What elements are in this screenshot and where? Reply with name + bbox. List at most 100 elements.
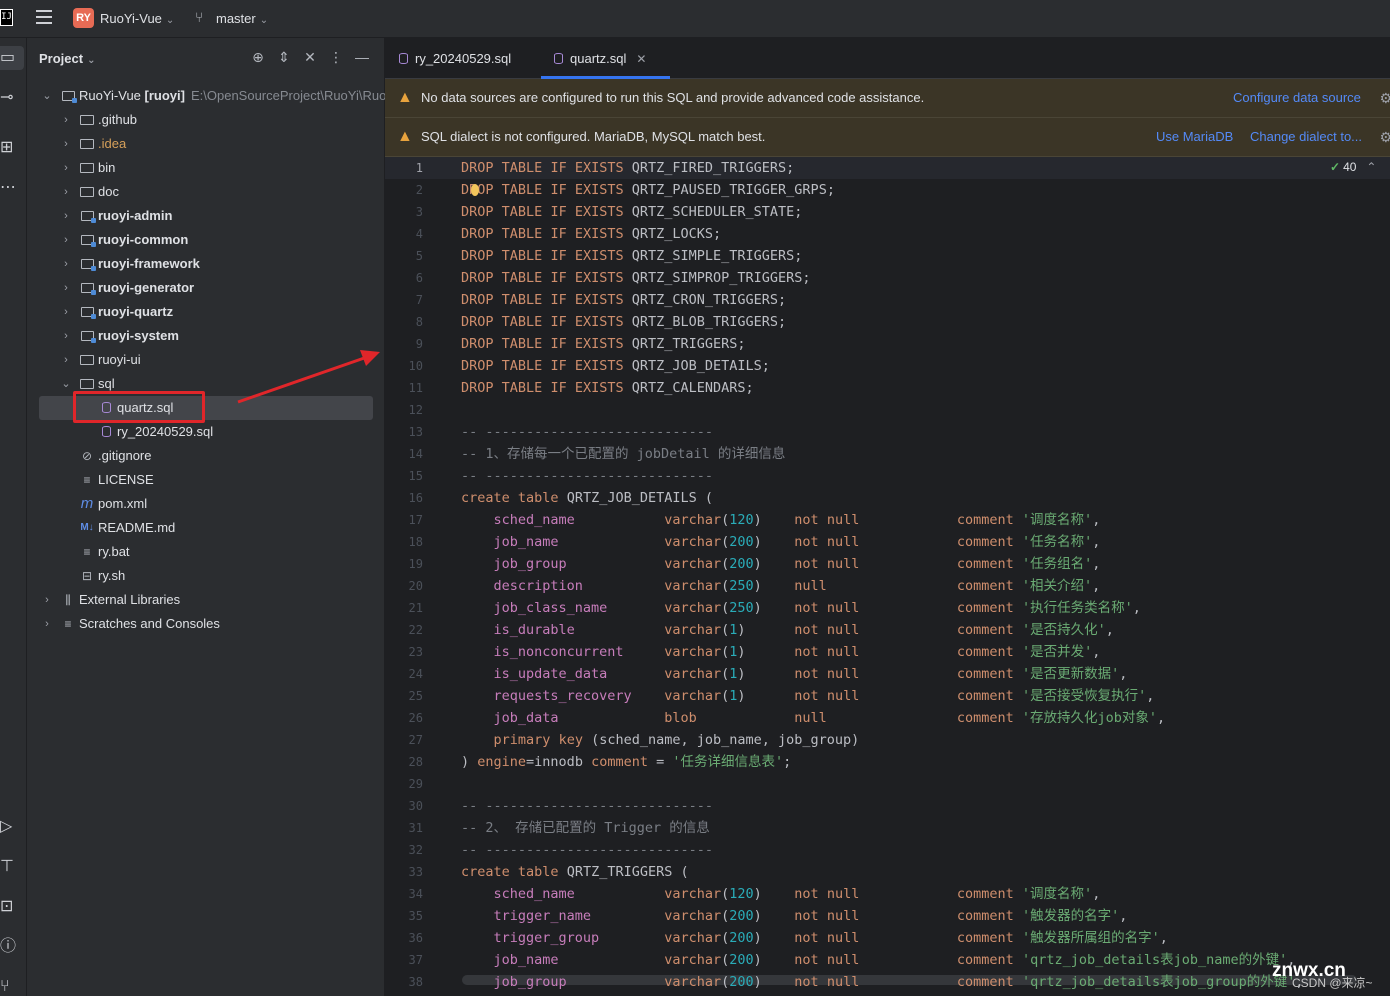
code-line[interactable]: 11 DROP TABLE IF EXISTS QRTZ_CALENDARS;	[385, 377, 1390, 399]
options-icon[interactable]: ⋮	[327, 49, 345, 66]
code-line[interactable]: 6 DROP TABLE IF EXISTS QRTZ_SIMPROP_TRIGG…	[385, 267, 1390, 289]
commit-icon[interactable]: ⊸	[0, 86, 24, 110]
more-tools-icon[interactable]: ⋯	[0, 176, 24, 200]
code-line[interactable]: 5 DROP TABLE IF EXISTS QRTZ_SIMPLE_TRIGGE…	[385, 245, 1390, 267]
code-line[interactable]: 27 primary key (sched_name, job_name, jo…	[385, 729, 1390, 751]
code-text: job_name varchar(200) not null comment '…	[493, 534, 1101, 550]
tree-item-bin[interactable]: › bin	[27, 156, 385, 180]
code-line[interactable]: 33 create table QRTZ_TRIGGERS (	[385, 861, 1390, 883]
code-line[interactable]: 26 job_data blob null comment '存放持久化job对…	[385, 707, 1390, 729]
code-line[interactable]: 22 is_durable varchar(1) not null commen…	[385, 619, 1390, 641]
code-line[interactable]: 9 DROP TABLE IF EXISTS QRTZ_TRIGGERS;	[385, 333, 1390, 355]
code-line[interactable]: 12	[385, 399, 1390, 421]
tree-item-ruoyi-framework[interactable]: › ruoyi-framework	[27, 252, 385, 276]
code-line[interactable]: 15 -- ----------------------------	[385, 465, 1390, 487]
code-line[interactable]: 1 DROP TABLE IF EXISTS QRTZ_FIRED_TRIGGER…	[385, 157, 1390, 179]
folder-icon	[79, 180, 95, 204]
code-line[interactable]: 32 -- ----------------------------	[385, 839, 1390, 861]
annotation-arrow	[237, 350, 380, 404]
tab-ry-sql[interactable]: ry_20240529.sql	[399, 38, 511, 79]
tree-item-ry-bat[interactable]: ≡ ry.bat	[27, 540, 385, 564]
tree-item-readme[interactable]: M↓ README.md	[27, 516, 385, 540]
code-line[interactable]: 28) engine=innodb comment = '任务详细信息表';	[385, 751, 1390, 773]
expand-all-icon[interactable]: ⇕	[275, 49, 293, 66]
branch-switcher[interactable]: master ⌄	[216, 11, 268, 26]
code-line[interactable]: 29	[385, 773, 1390, 795]
line-number: 15	[408, 469, 423, 483]
code-line[interactable]: 20 description varchar(250) null comment…	[385, 575, 1390, 597]
tree-item-ry-sh[interactable]: ⊟ ry.sh	[27, 564, 385, 588]
code-text: DROP TABLE IF EXISTS QRTZ_TRIGGERS;	[461, 336, 746, 352]
code-line[interactable]: 16 create table QRTZ_JOB_DETAILS (	[385, 487, 1390, 509]
tree-item-gitignore[interactable]: ⊘ .gitignore	[27, 444, 385, 468]
tree-item-ruoyi-quartz[interactable]: › ruoyi-quartz	[27, 300, 385, 324]
project-badge[interactable]: RY	[73, 8, 94, 28]
code-text: sched_name varchar(120) not null comment…	[493, 886, 1101, 902]
build-icon[interactable]: ⊤	[0, 855, 24, 879]
code-line[interactable]: 8 DROP TABLE IF EXISTS QRTZ_BLOB_TRIGGERS…	[385, 311, 1390, 333]
hide-panel-icon[interactable]: —	[353, 49, 371, 65]
code-line[interactable]: 4 DROP TABLE IF EXISTS QRTZ_LOCKS;	[385, 223, 1390, 245]
tree-root[interactable]: ⌄ RuoYi-Vue [ruoyi] E:\OpenSourceProject\…	[27, 84, 386, 108]
code-line[interactable]: 19 job_group varchar(200) not null comme…	[385, 553, 1390, 575]
code-line[interactable]: 21 job_class_name varchar(250) not null …	[385, 597, 1390, 619]
code-line[interactable]: 13 -- ----------------------------	[385, 421, 1390, 443]
folder-icon	[79, 156, 95, 180]
tree-item-github[interactable]: › .github	[27, 108, 385, 132]
use-mariadb-link[interactable]: Use MariaDB	[1156, 118, 1233, 156]
main-menu-icon[interactable]	[36, 10, 52, 26]
code-line[interactable]: 25 requests_recovery varchar(1) not null…	[385, 685, 1390, 707]
code-line[interactable]: 24 is_update_data varchar(1) not null co…	[385, 663, 1390, 685]
code-line[interactable]: 35 trigger_name varchar(200) not null co…	[385, 905, 1390, 927]
tab-quartz-sql[interactable]: quartz.sql ✕	[540, 38, 671, 79]
code-line[interactable]: 18 job_name varchar(200) not null commen…	[385, 531, 1390, 553]
code-line[interactable]: 17 sched_name varchar(120) not null comm…	[385, 509, 1390, 531]
code-line[interactable]: 30 -- ----------------------------	[385, 795, 1390, 817]
tree-item-pom[interactable]: m pom.xml	[27, 492, 385, 516]
chevron-down-icon: ⌄	[61, 378, 71, 390]
code-text: -- ----------------------------	[461, 468, 713, 484]
close-icon[interactable]: ✕	[636, 52, 646, 66]
tree-item-ruoyi-generator[interactable]: › ruoyi-generator	[27, 276, 385, 300]
git-icon[interactable]: ⑂	[0, 975, 24, 996]
gear-icon[interactable]: ⚙	[1379, 118, 1390, 156]
intention-bulb-icon[interactable]	[471, 184, 479, 196]
terminal-icon[interactable]: ⊡	[0, 895, 24, 919]
project-folder-icon[interactable]: ▭	[0, 46, 24, 70]
code-line[interactable]: 10 DROP TABLE IF EXISTS QRTZ_JOB_DETAILS;	[385, 355, 1390, 377]
code-line[interactable]: 37 job_name varchar(200) not null commen…	[385, 949, 1390, 971]
project-switcher[interactable]: RuoYi-Vue ⌄	[100, 11, 174, 26]
code-line[interactable]: 2 DROP TABLE IF EXISTS QRTZ_PAUSED_TRIGGE…	[385, 179, 1390, 201]
code-line[interactable]: 14 -- 1、存储每一个已配置的 jobDetail 的详细信息	[385, 443, 1390, 465]
tree-item-ruoyi-admin[interactable]: › ruoyi-admin	[27, 204, 385, 228]
line-number: 7	[415, 293, 423, 307]
module-folder-icon	[79, 252, 96, 276]
gear-icon[interactable]: ⚙	[1379, 79, 1390, 117]
change-dialect-link[interactable]: Change dialect to...	[1250, 118, 1362, 156]
tree-item-ruoyi-common[interactable]: › ruoyi-common	[27, 228, 385, 252]
configure-data-source-link[interactable]: Configure data source	[1233, 79, 1361, 117]
chevron-right-icon: ›	[64, 162, 68, 174]
line-number: 36	[408, 931, 423, 945]
tree-item-doc[interactable]: › doc	[27, 180, 385, 204]
problems-icon[interactable]: ⓘ	[0, 935, 24, 959]
code-line[interactable]: 31 -- 2、 存储已配置的 Trigger 的信息	[385, 817, 1390, 839]
shell-file-icon: ⊟	[81, 569, 93, 583]
collapse-all-icon[interactable]: ✕	[301, 49, 319, 66]
tree-item-scratches[interactable]: › ≡ Scratches and Consoles	[27, 612, 385, 636]
tree-item-external-libraries[interactable]: › ⫼ External Libraries	[27, 588, 385, 612]
code-line[interactable]: 23 is_nonconcurrent varchar(1) not null …	[385, 641, 1390, 663]
tree-item-ry-sql[interactable]: ry_20240529.sql	[27, 420, 385, 444]
run-icon[interactable]: ▷	[0, 815, 24, 839]
tree-item-idea[interactable]: › .idea	[27, 132, 385, 156]
project-panel-title[interactable]: Project ⌄	[39, 51, 95, 66]
code-line[interactable]: 7 DROP TABLE IF EXISTS QRTZ_CRON_TRIGGERS…	[385, 289, 1390, 311]
code-line[interactable]: 36 trigger_group varchar(200) not null c…	[385, 927, 1390, 949]
code-line[interactable]: 34 sched_name varchar(120) not null comm…	[385, 883, 1390, 905]
tree-item-license[interactable]: ≡ LICENSE	[27, 468, 385, 492]
code-line[interactable]: 38 job_group varchar(200) not null comme…	[385, 971, 1390, 993]
structure-icon[interactable]: ⊞	[0, 136, 24, 160]
locate-file-icon[interactable]: ⊕	[249, 49, 267, 66]
code-line[interactable]: 3 DROP TABLE IF EXISTS QRTZ_SCHEDULER_STA…	[385, 201, 1390, 223]
code-editor[interactable]: ✓ 40 ⌃ 1 DROP TABLE IF EXISTS QRTZ_FIRED_TR…	[385, 157, 1390, 996]
